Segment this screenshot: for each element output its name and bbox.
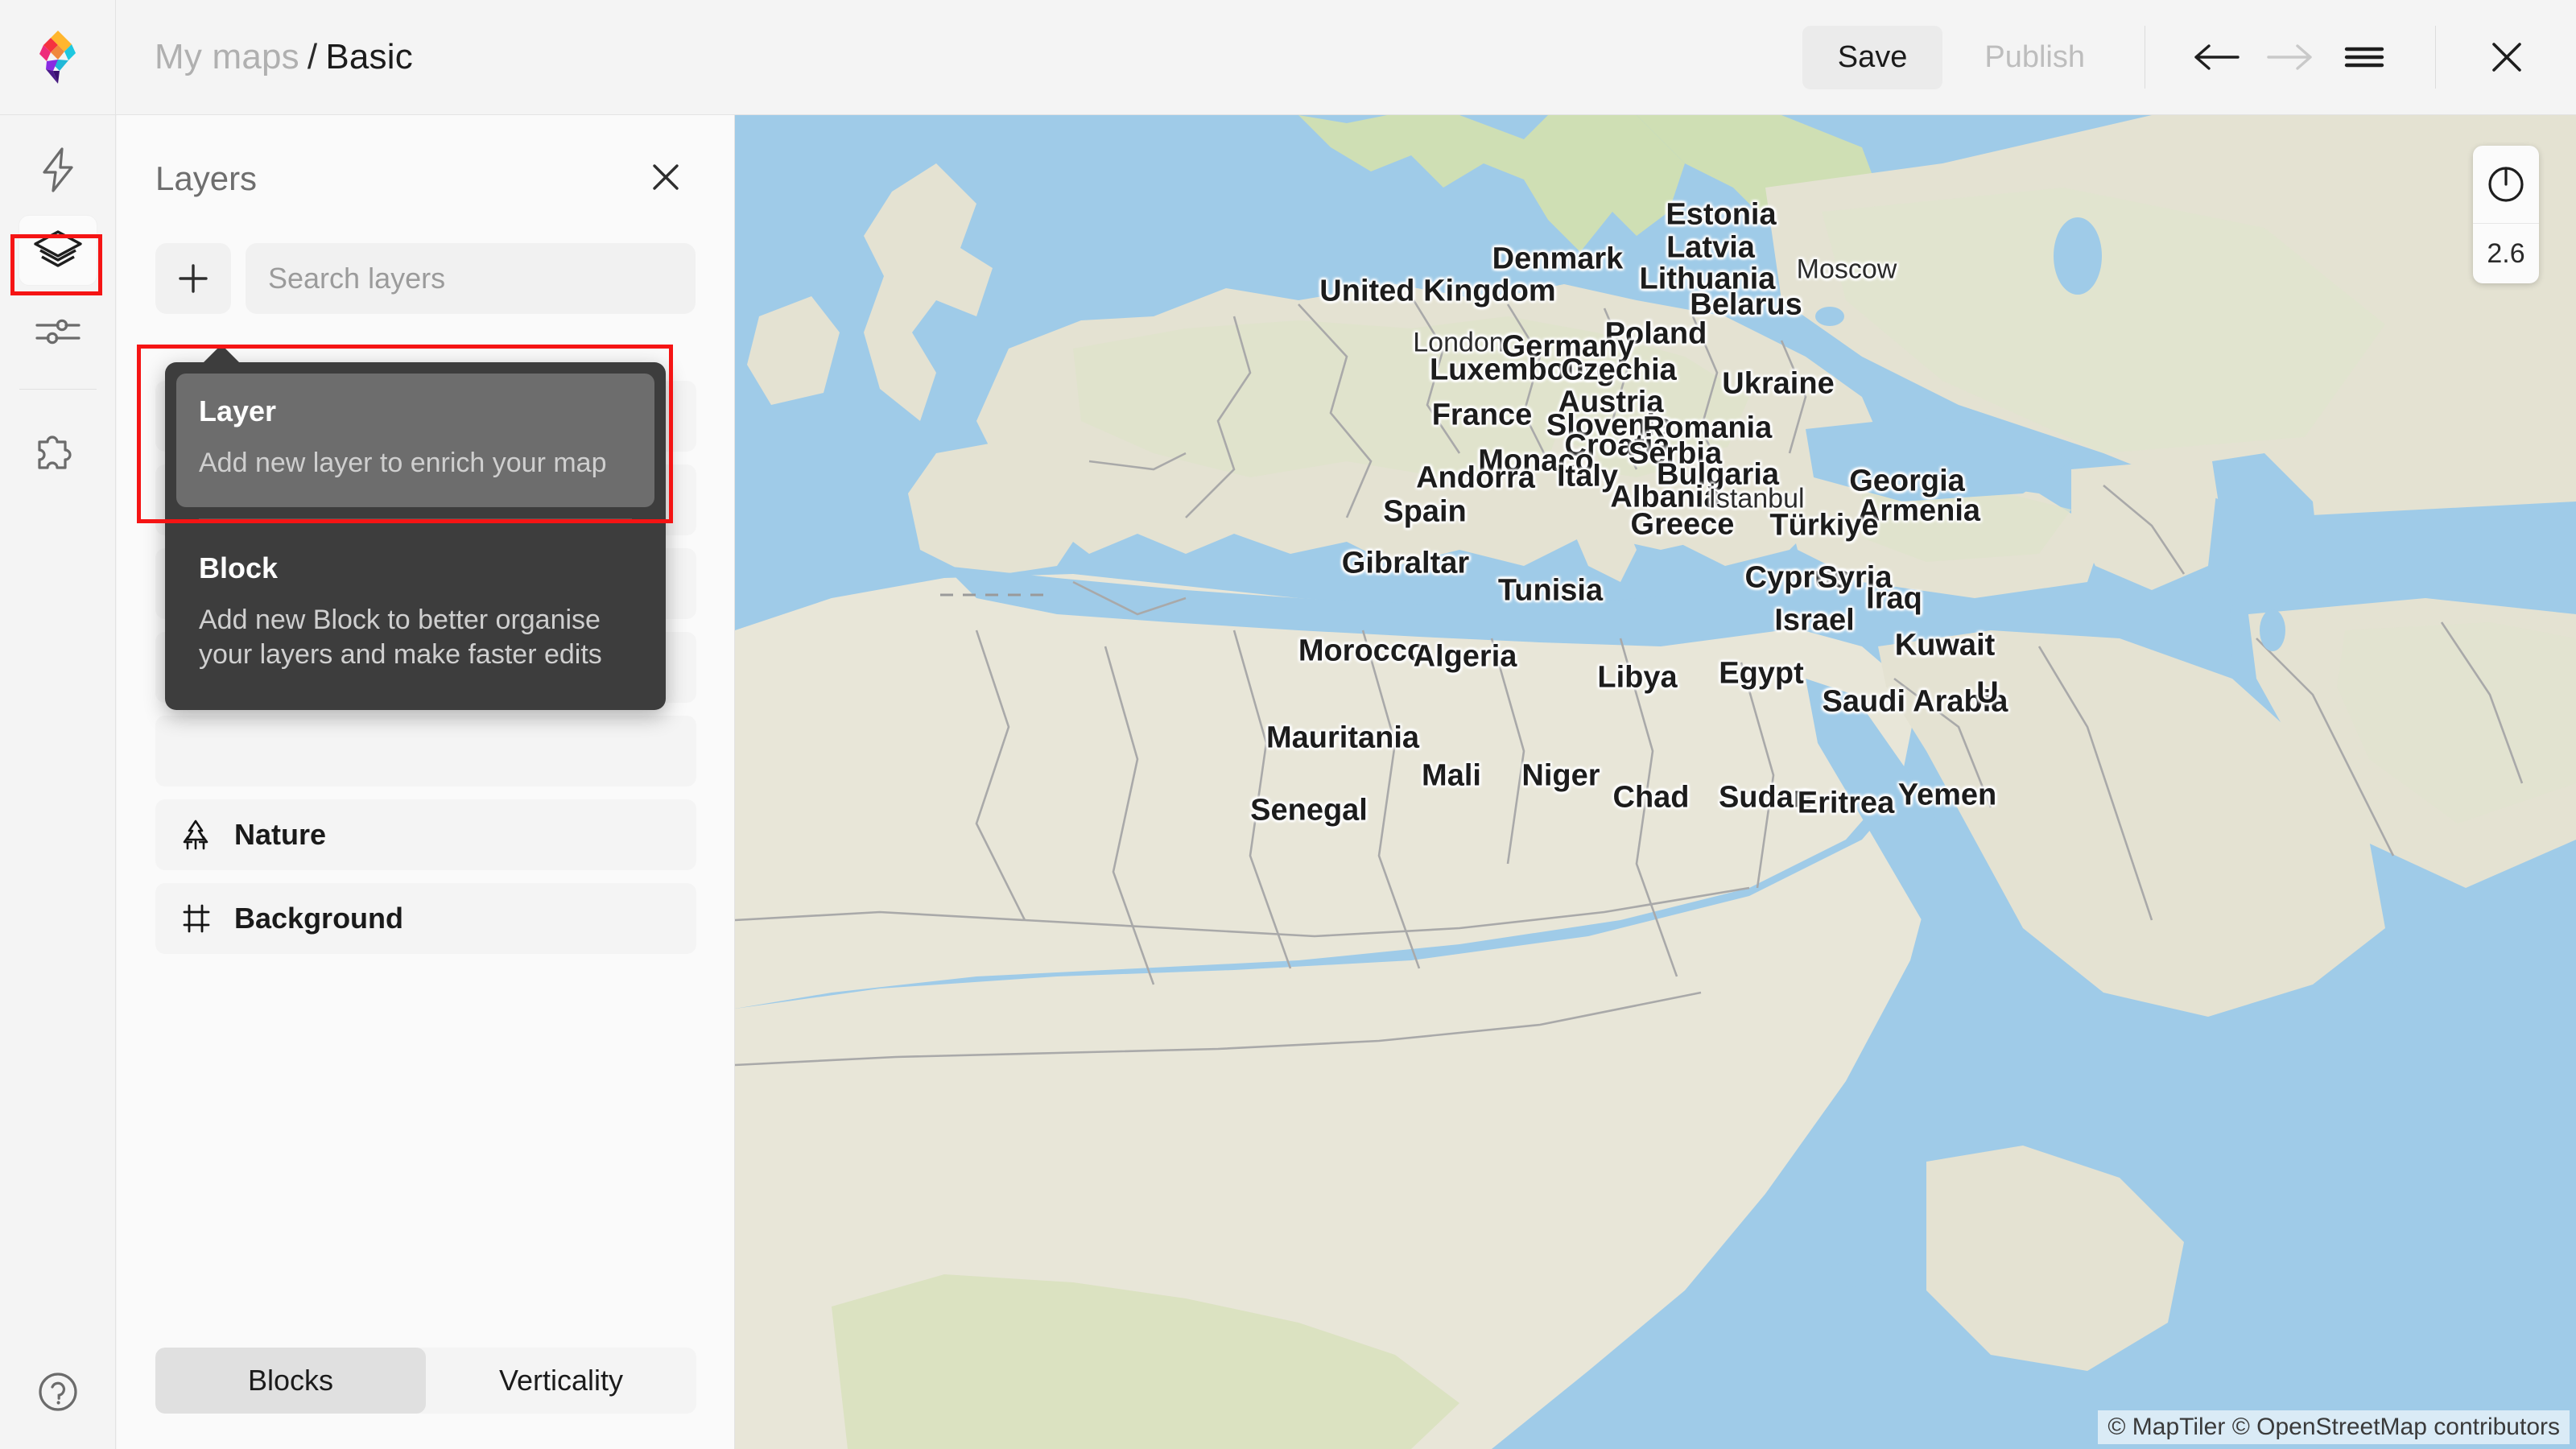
layer-card-background[interactable]: Background bbox=[155, 883, 696, 954]
back-button[interactable] bbox=[2179, 20, 2253, 94]
close-layers-panel-button[interactable] bbox=[642, 154, 689, 203]
popover-item-description: Add new layer to enrich your map bbox=[199, 446, 632, 481]
toolbar-divider-2 bbox=[2435, 26, 2436, 89]
popover-item-title: Block bbox=[199, 551, 632, 585]
popover-arrow bbox=[202, 345, 241, 364]
rail-slot-quick-edit bbox=[0, 130, 115, 210]
rail-item-plugins[interactable] bbox=[19, 415, 97, 484]
plus-icon bbox=[175, 261, 211, 296]
nature-trees-icon bbox=[178, 817, 213, 852]
app-logo[interactable] bbox=[0, 0, 116, 115]
layer-card-label: Nature bbox=[234, 818, 326, 852]
compass-button[interactable] bbox=[2473, 146, 2539, 223]
rail-divider bbox=[19, 389, 97, 390]
background-frame-icon bbox=[178, 901, 213, 936]
breadcrumb-current[interactable]: Basic bbox=[325, 37, 413, 76]
rail-item-settings[interactable] bbox=[19, 296, 97, 365]
popover-item-title: Layer bbox=[199, 394, 632, 428]
layers-icon bbox=[32, 228, 84, 273]
add-layer-button[interactable] bbox=[155, 243, 231, 314]
lightning-icon bbox=[37, 146, 79, 194]
tab-blocks[interactable]: Blocks bbox=[155, 1348, 426, 1414]
close-icon bbox=[647, 159, 684, 196]
rail-slot-settings bbox=[0, 291, 115, 371]
menu-button[interactable] bbox=[2327, 20, 2401, 94]
save-button[interactable]: Save bbox=[1802, 26, 1943, 89]
rail-item-layers[interactable] bbox=[19, 216, 97, 285]
maptiler-logo-icon bbox=[35, 29, 80, 85]
layer-card-nature[interactable]: Nature bbox=[155, 799, 696, 870]
map-vector-art bbox=[735, 115, 2576, 1449]
popover-item-description: Add new Block to better organise your la… bbox=[199, 603, 632, 673]
compass-north-icon bbox=[2485, 163, 2527, 205]
breadcrumb: My maps/Basic bbox=[155, 37, 413, 77]
map-canvas[interactable]: EstoniaLatviaDenmarkMoscowLithuaniaUnite… bbox=[735, 115, 2576, 1449]
help-button[interactable] bbox=[19, 1357, 97, 1426]
layer-card-label: Background bbox=[234, 902, 403, 935]
rail-item-quick-edit[interactable] bbox=[19, 135, 97, 204]
rail-slot-help bbox=[0, 1357, 116, 1426]
rail-slot-layers bbox=[0, 210, 115, 291]
top-toolbar: My maps/Basic Save Publish bbox=[0, 0, 2576, 115]
layer-card-hidden-5[interactable] bbox=[155, 716, 696, 786]
popover-divider bbox=[199, 518, 632, 519]
layers-panel-title: Layers bbox=[155, 159, 257, 198]
puzzle-icon bbox=[33, 427, 83, 471]
close-icon bbox=[2486, 36, 2528, 78]
arrow-right-icon bbox=[2265, 41, 2315, 73]
tab-verticality[interactable]: Verticality bbox=[426, 1348, 696, 1414]
search-layers-box[interactable] bbox=[246, 243, 696, 314]
layers-panel-toolbar bbox=[117, 203, 734, 314]
popover-item-block[interactable]: Block Add new Block to better organise y… bbox=[176, 530, 654, 699]
breadcrumb-separator: / bbox=[308, 37, 317, 76]
hamburger-menu-icon bbox=[2343, 41, 2386, 73]
close-editor-button[interactable] bbox=[2470, 20, 2544, 94]
popover-item-layer[interactable]: Layer Add new layer to enrich your map bbox=[176, 374, 654, 507]
add-menu-popover: Layer Add new layer to enrich your map B… bbox=[165, 362, 666, 710]
zoom-level-value[interactable]: 2.6 bbox=[2473, 224, 2539, 283]
breadcrumb-parent[interactable]: My maps bbox=[155, 37, 299, 76]
top-toolbar-actions: Save Publish bbox=[1802, 0, 2576, 115]
map-landmass-iberia bbox=[908, 437, 1089, 578]
map-attribution[interactable]: © MapTiler © OpenStreetMap contributors bbox=[2098, 1410, 2570, 1444]
panel-bottom-tabs: Blocks Verticality bbox=[155, 1348, 696, 1414]
publish-button[interactable]: Publish bbox=[1959, 26, 2111, 89]
sliders-icon bbox=[34, 313, 82, 349]
layers-panel-header: Layers bbox=[117, 115, 734, 203]
search-input[interactable] bbox=[268, 262, 673, 295]
map-controls: 2.6 bbox=[2473, 146, 2539, 283]
forward-button[interactable] bbox=[2253, 20, 2327, 94]
layers-panel: Layers bbox=[117, 115, 735, 1449]
arrow-left-icon bbox=[2191, 41, 2241, 73]
left-icon-rail bbox=[0, 115, 116, 1449]
help-circle-icon bbox=[36, 1370, 80, 1414]
rail-slot-plugins bbox=[0, 409, 115, 489]
maptiler-editor-window: My maps/Basic Save Publish bbox=[0, 0, 2576, 1449]
